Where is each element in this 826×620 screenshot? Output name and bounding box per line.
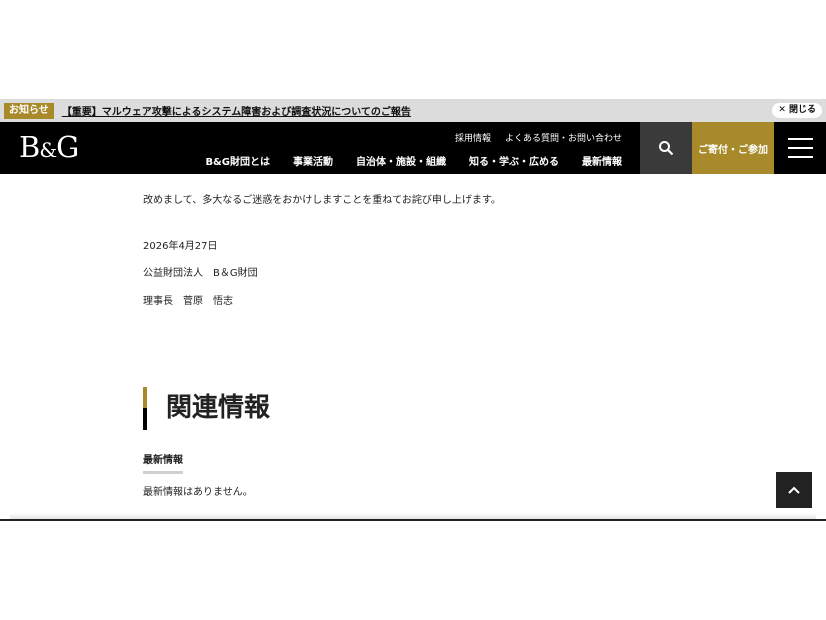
article-date: 2026年4月27日 bbox=[143, 241, 218, 252]
related-heading: 関連情報 bbox=[143, 387, 270, 430]
apology-text: 改めまして、多大なるご迷惑をおかけしますことを重ねてお詫び申し上げます。 bbox=[143, 195, 501, 206]
empty-message: 最新情報はありません。 bbox=[143, 487, 253, 498]
page-bottom-edge bbox=[0, 519, 826, 521]
nav-activities[interactable]: 事業活動 bbox=[293, 153, 333, 168]
menu-button[interactable] bbox=[774, 122, 826, 174]
related-heading-text: 関連情報 bbox=[166, 393, 271, 423]
search-button[interactable] bbox=[640, 122, 692, 174]
signatory: 理事長 菅原 悟志 bbox=[143, 296, 233, 307]
site-logo[interactable]: B&G bbox=[19, 130, 79, 164]
back-to-top-button[interactable] bbox=[776, 472, 812, 508]
tab-latest-news[interactable]: 最新情報 bbox=[143, 451, 183, 474]
donate-button[interactable]: ご寄付・ご参加 bbox=[692, 122, 774, 174]
notice-bar: お知らせ 【重要】マルウェア攻撃によるシステム障害および調査状況についてのご報告… bbox=[0, 99, 826, 122]
organization-name: 公益財団法人 B＆G財団 bbox=[143, 268, 258, 279]
chevron-up-icon bbox=[788, 486, 800, 494]
sub-nav: 採用情報 よくある質問・お問い合わせ bbox=[455, 131, 622, 144]
main-nav: B&G財団とは 事業活動 自治体・施設・組織 知る・学ぶ・広める 最新情報 bbox=[205, 153, 622, 168]
logo-letter-g: G bbox=[56, 130, 79, 164]
notice-link[interactable]: 【重要】マルウェア攻撃によるシステム障害および調査状況についてのご報告 bbox=[62, 103, 411, 118]
nav-about[interactable]: B&G財団とは bbox=[205, 153, 270, 168]
search-icon bbox=[659, 141, 674, 156]
sub-nav-recruit[interactable]: 採用情報 bbox=[455, 131, 491, 144]
notice-close-button[interactable]: ✕ 閉じる bbox=[772, 103, 822, 118]
nav-news[interactable]: 最新情報 bbox=[582, 153, 622, 168]
logo-ampersand: & bbox=[39, 138, 57, 162]
site-header: B&G 採用情報 よくある質問・お問い合わせ B&G財団とは 事業活動 自治体・… bbox=[0, 122, 826, 174]
nav-learn[interactable]: 知る・学ぶ・広める bbox=[469, 153, 559, 168]
sub-nav-faq-contact[interactable]: よくある質問・お問い合わせ bbox=[505, 131, 622, 144]
logo-letter-b: B bbox=[19, 130, 40, 164]
nav-municipalities[interactable]: 自治体・施設・組織 bbox=[356, 153, 446, 168]
notice-badge: お知らせ bbox=[4, 102, 54, 119]
